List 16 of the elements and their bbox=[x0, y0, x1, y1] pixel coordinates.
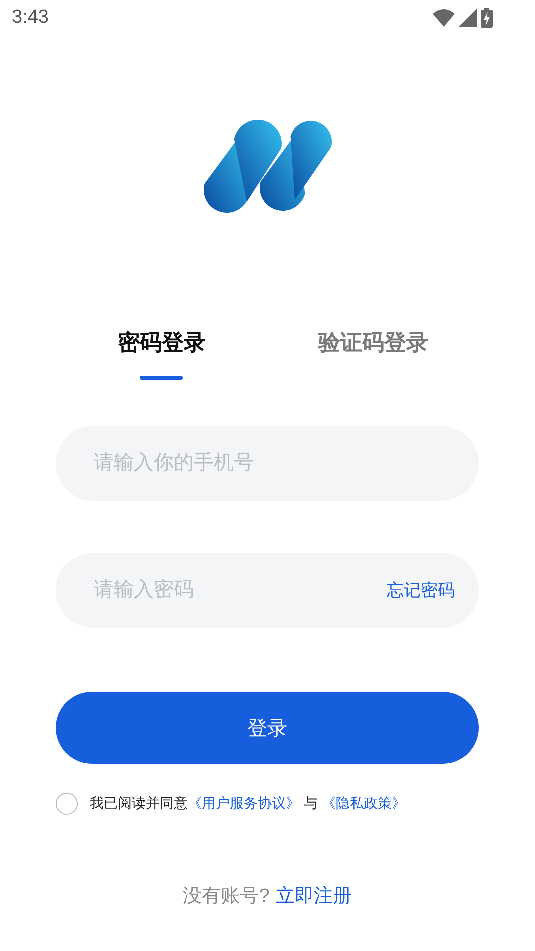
no-account-text: 没有账号? bbox=[183, 885, 270, 909]
login-tab[interactable]: 密码登录 bbox=[112, 324, 212, 362]
forgot-password-link[interactable]: 忘记密码 bbox=[387, 579, 455, 602]
phone-field[interactable]: 请输入你的手机号 bbox=[56, 426, 479, 501]
user-agreement-link[interactable]: 《用户服务协议》 bbox=[188, 795, 300, 811]
battery-charging-icon bbox=[481, 8, 493, 28]
status-time: 3:43 bbox=[12, 7, 49, 29]
privacy-policy-link[interactable]: 《隐私政策》 bbox=[322, 795, 406, 811]
logo-icon bbox=[202, 118, 332, 214]
agreement-text: 我已阅读并同意《用户服务协议》 与 《隐私政策》 bbox=[90, 795, 406, 813]
login-tab[interactable]: 验证码登录 bbox=[312, 324, 434, 362]
signal-icon bbox=[459, 9, 477, 27]
agreement-checkbox[interactable] bbox=[56, 793, 78, 815]
wifi-icon bbox=[433, 9, 455, 27]
register-link[interactable]: 立即注册 bbox=[276, 883, 352, 909]
login-button[interactable]: 登录 bbox=[56, 692, 479, 764]
